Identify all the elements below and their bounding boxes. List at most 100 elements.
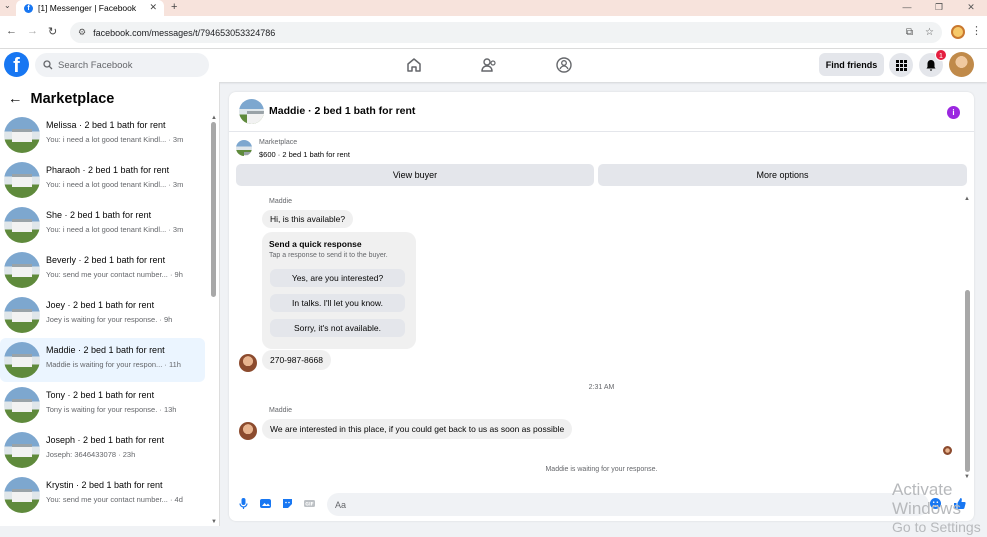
conversation-title: Tony · 2 bed 1 bath for rent [46, 390, 155, 400]
menu-grid-button[interactable] [889, 53, 913, 77]
message-bubble: 270-987-8668 [262, 350, 331, 370]
back-arrow-icon[interactable]: ← [8, 91, 23, 107]
info-icon[interactable]: i [947, 106, 960, 119]
sticker-icon[interactable] [281, 497, 294, 510]
gif-icon[interactable]: GIF [303, 497, 316, 510]
profile-avatar[interactable] [949, 52, 974, 77]
close-tab-icon[interactable]: ✕ [149, 2, 157, 13]
window-close-icon[interactable]: ✕ [955, 0, 987, 16]
groups-icon[interactable] [555, 56, 573, 74]
emoji-icon[interactable] [929, 497, 942, 510]
quick-response-title: Send a quick response [269, 239, 362, 249]
microphone-icon[interactable] [237, 497, 250, 510]
back-icon[interactable]: ← [6, 25, 17, 37]
conversation-item[interactable]: Pharaoh · 2 bed 1 bath for rent You: i n… [0, 158, 205, 202]
listing-thumbnail [4, 162, 40, 198]
conversation-preview: You: i need a lot good tenant Kindl... ·… [46, 225, 184, 234]
chat-panel: Maddie · 2 bed 1 bath for rent i Marketp… [229, 92, 974, 521]
conversation-item[interactable]: She · 2 bed 1 bath for rent You: i need … [0, 203, 205, 247]
conversation-item[interactable]: Joey · 2 bed 1 bath for rent Joey is wai… [0, 293, 205, 337]
quick-reply-button[interactable]: In talks. I'll let you know. [270, 294, 405, 312]
notification-badge: 1 [935, 49, 947, 61]
quick-reply-button[interactable]: Yes, are you interested? [270, 269, 405, 287]
conversation-item[interactable]: Beverly · 2 bed 1 bath for rent You: sen… [0, 248, 205, 292]
find-friends-button[interactable]: Find friends [819, 53, 884, 76]
message-composer: GIF Aa [229, 490, 974, 521]
address-bar[interactable]: ⚙ facebook.com/messages/t/79465305332478… [70, 22, 942, 43]
message-timestamp: 2:31 AM [588, 384, 615, 391]
forward-icon[interactable]: → [27, 25, 38, 37]
conversation-preview: You: send me your contact number... · 4d [46, 495, 183, 504]
tab-title: [1] Messenger | Facebook [38, 3, 137, 13]
conversation-title: Pharaoh · 2 bed 1 bath for rent [46, 165, 170, 175]
facebook-logo-icon[interactable]: f [4, 52, 29, 77]
friends-icon[interactable] [480, 56, 498, 74]
message-input[interactable]: Aa [327, 493, 929, 516]
conversation-preview: You: i need a lot good tenant Kindl... ·… [46, 180, 184, 189]
view-buyer-button[interactable]: View buyer [236, 164, 594, 186]
more-options-button[interactable]: More options [598, 164, 967, 186]
bookmark-star-icon[interactable]: ☆ [925, 27, 934, 38]
conversation-title: Beverly · 2 bed 1 bath for rent [46, 255, 166, 265]
facebook-header: f Search Facebook Find friends 1 [0, 49, 987, 82]
grid-icon [895, 59, 907, 71]
sender-avatar[interactable] [239, 354, 257, 372]
bell-icon [926, 60, 936, 71]
search-input[interactable]: Search Facebook [35, 53, 209, 77]
site-info-icon[interactable]: ⚙ [78, 27, 86, 38]
scroll-up-arrow-icon[interactable]: ▲ [211, 115, 217, 121]
chat-scrollbar[interactable] [965, 290, 970, 472]
restore-icon[interactable]: ❐ [923, 0, 955, 16]
conversation-title: Joseph · 2 bed 1 bath for rent [46, 435, 165, 445]
conversation-item[interactable]: Tony · 2 bed 1 bath for rent Tony is wai… [0, 383, 205, 427]
search-placeholder: Search Facebook [58, 59, 133, 71]
conversation-preview: Maddie is waiting for your respon... · 1… [46, 360, 181, 369]
listing-thumbnail [4, 477, 40, 513]
sender-name: Maddie [269, 198, 292, 205]
listing-thumbnail [4, 342, 40, 378]
chat-listing-thumbnail[interactable] [239, 99, 264, 124]
browser-menu-icon[interactable]: ⋮ [971, 24, 982, 37]
chat-header: Maddie · 2 bed 1 bath for rent i [229, 92, 974, 132]
facebook-favicon-icon: f [24, 3, 33, 13]
listing-thumbnail [4, 387, 40, 423]
conversation-item[interactable]: Melissa · 2 bed 1 bath for rent You: i n… [0, 113, 205, 157]
conversation-preview: Joey is waiting for your response. · 9h [46, 315, 173, 324]
search-icon [43, 60, 53, 70]
sidebar-scrollbar[interactable] [211, 122, 216, 297]
message-bubble: Hi, is this available? [262, 210, 354, 228]
thumbs-up-icon[interactable] [953, 497, 966, 510]
photo-icon[interactable] [259, 497, 272, 510]
sender-name: Maddie [269, 407, 292, 414]
marketplace-thumbnail [236, 140, 252, 156]
reload-icon[interactable]: ↻ [48, 25, 57, 38]
browser-tab[interactable]: f [1] Messenger | Facebook ✕ [16, 0, 164, 16]
conversation-title: Maddie · 2 bed 1 bath for rent [46, 345, 165, 355]
browser-toolbar: ← → ↻ ⚙ facebook.com/messages/t/79465305… [0, 16, 987, 49]
listing-detail[interactable]: $600 · 2 bed 1 bath for rent [259, 150, 350, 159]
listing-thumbnail [4, 252, 40, 288]
scroll-down-arrow-icon[interactable]: ▼ [211, 519, 217, 525]
home-icon[interactable] [405, 56, 423, 74]
tab-list-chevron-icon[interactable]: ⌄ [4, 1, 11, 10]
conversation-title: She · 2 bed 1 bath for rent [46, 210, 152, 220]
minimize-icon[interactable]: — [891, 0, 923, 16]
sender-avatar[interactable] [239, 422, 257, 440]
chat-scroll-up-arrow-icon[interactable]: ▲ [964, 196, 970, 202]
conversation-item-selected[interactable]: Maddie · 2 bed 1 bath for rent Maddie is… [0, 338, 205, 382]
cast-icon[interactable]: ⧉ [906, 27, 913, 38]
waiting-status: Maddie is waiting for your response. [545, 466, 658, 473]
quick-reply-button[interactable]: Sorry, it's not available. [270, 319, 405, 337]
browser-profile-icon[interactable] [951, 25, 965, 39]
new-tab-icon[interactable]: + [171, 0, 177, 14]
listing-thumbnail [4, 297, 40, 333]
url-text: facebook.com/messages/t/794653053324786 [93, 27, 276, 38]
conversation-item[interactable]: Krystin · 2 bed 1 bath for rent You: sen… [0, 473, 205, 517]
sidebar-header: ← Marketplace [8, 91, 114, 107]
conversation-preview: Tony is waiting for your response. · 13h [46, 405, 177, 414]
chat-title[interactable]: Maddie · 2 bed 1 bath for rent [269, 105, 415, 117]
chat-scroll-down-arrow-icon[interactable]: ▼ [964, 474, 970, 480]
conversation-item[interactable]: Joseph · 2 bed 1 bath for rent Joseph: 3… [0, 428, 205, 472]
quick-response-card: Send a quick response Tap a response to … [262, 232, 416, 349]
marketplace-sidebar: ← Marketplace Melissa · 2 bed 1 bath for… [0, 82, 220, 526]
